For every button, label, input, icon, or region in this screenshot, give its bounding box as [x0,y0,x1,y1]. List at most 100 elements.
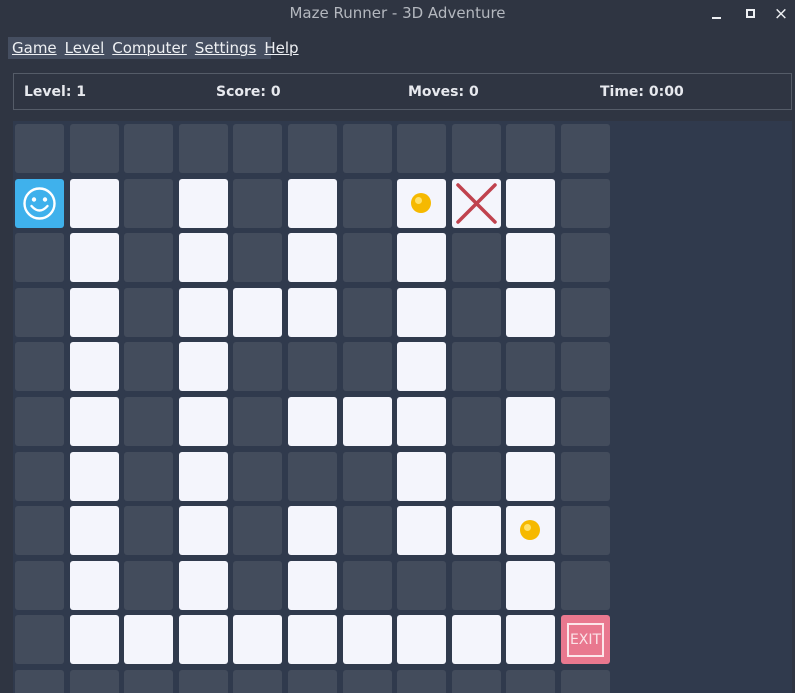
maze-path [506,233,556,283]
maze-wall [15,342,64,392]
maze-wall [451,560,501,610]
maze-path [451,615,501,665]
maze-wall [15,397,64,446]
maze-wall [342,342,392,392]
maze-wall [288,670,337,693]
maze-wall [178,124,228,173]
minimize-button[interactable] [707,4,727,24]
maze-wall [69,670,119,693]
maze-path [69,233,119,283]
maze-wall [451,287,501,337]
menu-game[interactable]: Game [8,39,61,57]
maze-wall [342,124,392,173]
maze-wall [124,506,174,556]
maze-wall [233,124,283,173]
maze-wall [124,397,174,446]
maze-path [506,451,556,501]
menu-help[interactable]: Help [260,39,302,57]
status-bar: Level: 1 Score: 0 Moves: 0 Time: 0:00 [13,73,792,110]
exit-cell: EXIT [561,615,610,665]
maze-wall [561,178,610,228]
maze-wall [561,451,610,501]
title-bar: Maze Runner - 3D Adventure × [0,0,795,30]
maze-wall [451,670,501,693]
maze-path [288,615,337,665]
maze-path [506,397,556,446]
maze-wall [342,233,392,283]
maze-wall [15,670,64,693]
moves-display: Moves: 0 [408,84,479,100]
coin-cell [397,178,447,228]
maze-wall [15,233,64,283]
maze-path [397,342,447,392]
coin-icon [411,192,432,213]
maze-wall [288,342,337,392]
maze-wall [124,560,174,610]
level-display: Level: 1 [24,84,87,100]
maze-path [397,615,447,665]
maze-path [69,506,119,556]
maze-wall [561,506,610,556]
maze-path [178,397,228,446]
maze-wall [178,670,228,693]
trap-x-icon [456,182,497,224]
maze-path [288,233,337,283]
maze-wall [15,506,64,556]
smiley-face-icon [23,186,56,220]
maximize-icon [746,9,755,18]
window-title: Maze Runner - 3D Adventure [289,4,506,22]
maze-wall [124,178,174,228]
maze-wall [561,670,610,693]
maze-wall [288,451,337,501]
coin-cell [506,506,556,556]
maze-path [451,506,501,556]
maze-path [178,506,228,556]
maze-wall [397,560,447,610]
maze-path [178,615,228,665]
menu-computer[interactable]: Computer [108,39,191,57]
maze-wall [124,451,174,501]
maze-path [288,397,337,446]
maze-path [233,287,283,337]
maze-path [288,506,337,556]
maze-path [397,451,447,501]
maze-path [178,560,228,610]
maze-path [506,615,556,665]
maze-board[interactable]: EXIT [13,121,792,693]
maze-wall [342,178,392,228]
maze-wall [15,560,64,610]
maze-path [178,178,228,228]
maze-path [69,178,119,228]
maze-wall [233,342,283,392]
maze-wall [233,178,283,228]
maze-wall [397,670,447,693]
maze-path [69,615,119,665]
maze-wall [561,124,610,173]
maze-wall [233,397,283,446]
close-button[interactable]: × [771,4,791,24]
maximize-button[interactable] [741,4,761,24]
maze-wall [342,506,392,556]
maze-path [288,287,337,337]
maze-wall [451,397,501,446]
maze-path [397,506,447,556]
coin-icon [520,520,541,541]
maze-wall [561,287,610,337]
maze-path [124,615,174,665]
maze-wall [124,670,174,693]
maze-wall [451,342,501,392]
maze-path [69,342,119,392]
maze-wall [233,233,283,283]
maze-wall [124,342,174,392]
maze-wall [451,451,501,501]
menu-level[interactable]: Level [61,39,109,57]
maze-wall [124,233,174,283]
maze-path [69,397,119,446]
maze-path [397,397,447,446]
maze-wall [342,451,392,501]
trap-cell [451,178,501,228]
maze-path [342,615,392,665]
menu-settings[interactable]: Settings [191,39,261,57]
maze-path [506,178,556,228]
maze-wall [15,451,64,501]
